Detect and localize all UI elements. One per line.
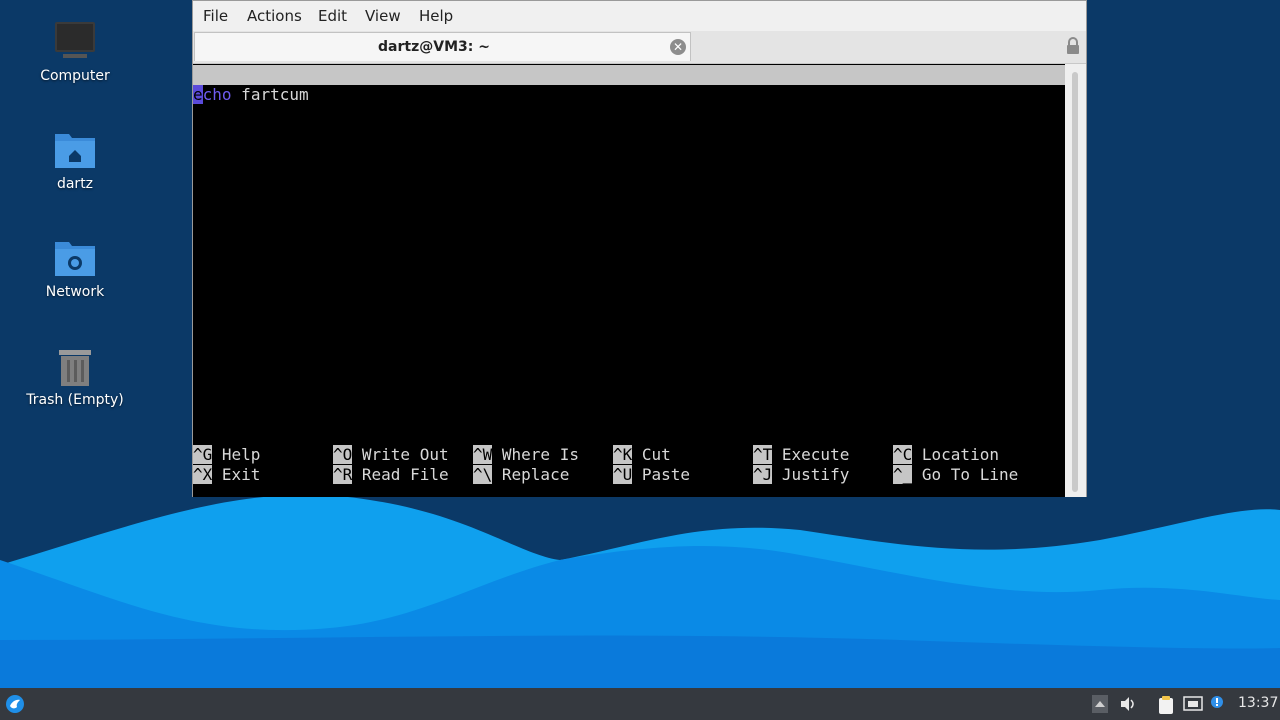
menu-actions[interactable]: Actions [247, 7, 302, 25]
network-wired-icon[interactable] [1183, 695, 1203, 713]
shortcut-label: Exit [212, 465, 261, 484]
shortcut-label: Replace [492, 465, 570, 484]
shortcut-cut: ^K Cut [613, 445, 671, 465]
taskbar-panel: 13:37 [0, 688, 1280, 720]
keyword-text: cho [202, 85, 232, 104]
shortcut-key: ^X [193, 465, 213, 484]
shortcut-key: ^R [333, 465, 353, 484]
shortcut-key: ^\ [473, 465, 493, 484]
shortcut-key: ^J [753, 465, 773, 484]
shortcut-replace: ^\ Replace [473, 465, 569, 485]
shortcut-write-out: ^O Write Out [333, 445, 449, 465]
shortcut-label: Execute [772, 445, 850, 464]
menu-file[interactable]: File [203, 7, 228, 25]
buffer-line[interactable]: echo fartcum [193, 85, 309, 105]
desktop-icon-trash[interactable]: Trash (Empty) [10, 344, 140, 408]
shortcut-key: ^U [613, 465, 633, 484]
desktop-icon-computer[interactable]: Computer [10, 20, 140, 84]
shortcut-label: Location [912, 445, 999, 464]
terminal-content[interactable]: GNU nano 5.6.1 fartcum.sh * echo fartcum… [193, 64, 1065, 497]
shortcut-location: ^C Location [893, 445, 999, 465]
shortcut-label: Cut [632, 445, 671, 464]
scrollbar-thumb[interactable] [1072, 72, 1078, 492]
volume-icon[interactable] [1119, 695, 1137, 713]
shortcut-label: Help [212, 445, 261, 464]
text-cursor: e [193, 85, 203, 104]
up-arrow-icon[interactable] [1092, 695, 1108, 713]
desktop-icon-label: Network [45, 284, 105, 300]
clock[interactable]: 13:37 [1238, 695, 1278, 711]
shortcut-paste: ^U Paste [613, 465, 690, 485]
shortcut-where-is: ^W Where Is [473, 445, 579, 465]
shortcut-key: ^T [753, 445, 773, 464]
shortcut-execute: ^T Execute [753, 445, 849, 465]
terminal-window[interactable]: File Actions Edit View Help dartz@VM3: ~… [192, 0, 1087, 497]
shortcut-label: Write Out [352, 445, 449, 464]
close-icon[interactable]: ✕ [670, 39, 686, 55]
desktop-icon-network[interactable]: Network [10, 236, 140, 300]
network-folder-icon [55, 242, 95, 276]
terminal-scrollbar[interactable] [1065, 64, 1086, 497]
shortcut-go-to-line: ^_ Go To Line [893, 465, 1018, 485]
shortcut-label: Paste [632, 465, 691, 484]
shortcut-read-file: ^R Read File [333, 465, 449, 485]
shortcut-label: Justify [772, 465, 850, 484]
nano-filename: fartcum.sh * [614, 105, 730, 124]
desktop-icon-home[interactable]: dartz [10, 128, 140, 192]
menu-view[interactable]: View [365, 7, 401, 25]
nano-title-bar: GNU nano 5.6.1 fartcum.sh * [193, 65, 1065, 124]
shortcut-label: Go To Line [912, 465, 1019, 484]
shortcut-key: ^K [613, 445, 633, 464]
buffer-text: fartcum [231, 85, 309, 104]
home-folder-icon [55, 134, 95, 168]
clipboard-icon[interactable] [1156, 695, 1176, 715]
shortcut-justify: ^J Justify [753, 465, 849, 485]
menu-help[interactable]: Help [419, 7, 453, 25]
shortcut-label: Read File [352, 465, 449, 484]
trash-icon [59, 350, 91, 386]
lock-icon[interactable] [1066, 37, 1080, 55]
shortcut-exit: ^X Exit [193, 465, 260, 485]
menu-edit[interactable]: Edit [318, 7, 347, 25]
desktop-icon-label: Computer [40, 68, 110, 84]
tab-title: dartz@VM3: ~ [378, 39, 490, 55]
tab-bar: dartz@VM3: ~ ✕ [193, 31, 1086, 64]
desktop: Computer dartz Network Trash (Empty) Fil… [0, 0, 1280, 688]
desktop-icon-label: dartz [56, 176, 94, 192]
menu-bar: File Actions Edit View Help [193, 1, 1086, 31]
shortcut-key: ^O [333, 445, 353, 464]
notification-icon[interactable] [1209, 695, 1225, 713]
tab-terminal[interactable]: dartz@VM3: ~ ✕ [194, 32, 691, 61]
shortcut-key: ^W [473, 445, 493, 464]
desktop-icon-label: Trash (Empty) [26, 392, 124, 408]
app-menu-icon[interactable] [5, 694, 25, 714]
shortcut-help: ^G Help [193, 445, 260, 465]
shortcut-key: ^_ [893, 465, 913, 484]
shortcut-key: ^C [893, 445, 913, 464]
computer-icon [55, 22, 95, 58]
shortcut-key: ^G [193, 445, 213, 464]
shortcut-label: Where Is [492, 445, 579, 464]
